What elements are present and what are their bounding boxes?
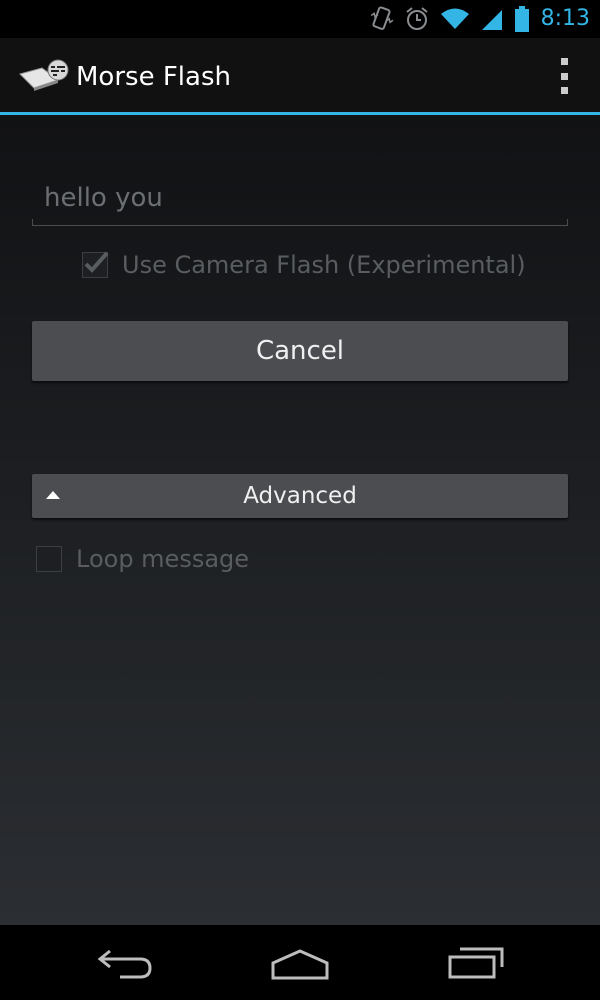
collapse-triangle-icon: [46, 491, 60, 499]
action-bar: Morse Flash: [0, 38, 600, 115]
home-icon[interactable]: [270, 943, 330, 983]
loop-message-checkbox-row[interactable]: Loop message: [36, 539, 249, 579]
status-icons: [368, 5, 530, 33]
overflow-dot: [560, 58, 568, 65]
vibrate-icon: [368, 5, 394, 33]
camera-flash-label: Use Camera Flash (Experimental): [122, 251, 526, 279]
app-title: Morse Flash: [76, 62, 231, 92]
status-bar: 8:13: [0, 0, 600, 38]
message-input[interactable]: hello you: [32, 177, 568, 226]
recent-apps-icon[interactable]: [446, 943, 506, 983]
message-input-value: hello you: [44, 183, 163, 213]
loop-message-checkbox[interactable]: [36, 546, 62, 572]
status-time: 8:13: [540, 6, 590, 31]
alarm-icon: [404, 5, 430, 33]
checkmark-icon: [84, 251, 109, 273]
back-icon[interactable]: [96, 943, 156, 983]
input-edge: [32, 219, 33, 225]
advanced-label: Advanced: [243, 483, 357, 509]
overflow-dot: [560, 87, 568, 94]
cancel-button[interactable]: Cancel: [32, 321, 568, 381]
wifi-icon: [440, 7, 470, 31]
camera-flash-checkbox-row[interactable]: Use Camera Flash (Experimental): [82, 245, 526, 285]
overflow-dot: [560, 72, 568, 80]
input-edge: [567, 219, 568, 225]
advanced-toggle[interactable]: Advanced: [32, 474, 568, 518]
main-content: hello you Use Camera Flash (Experimental…: [0, 115, 600, 925]
battery-icon: [514, 6, 530, 32]
navigation-bar: [0, 925, 600, 1000]
signal-icon: [480, 7, 504, 31]
camera-flash-checkbox[interactable]: [82, 251, 109, 278]
overflow-menu-icon[interactable]: [556, 58, 572, 94]
loop-message-label: Loop message: [76, 545, 250, 573]
morse-flash-app-icon[interactable]: [18, 58, 70, 94]
